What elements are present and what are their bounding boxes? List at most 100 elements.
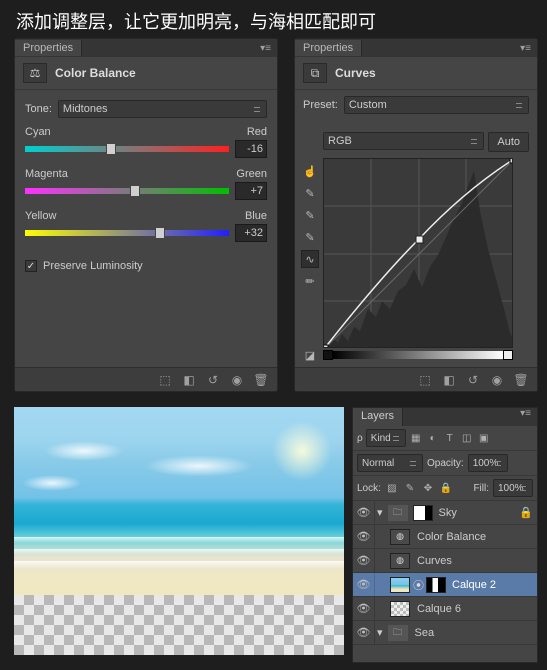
layer-row[interactable]: 👁 ◍ Curves [353, 549, 537, 573]
fill-input[interactable]: 100% [493, 479, 533, 497]
preserve-luminosity-label: Preserve Luminosity [43, 260, 143, 272]
lock-pixels-icon[interactable]: ✎ [403, 481, 417, 495]
slider-left-label: Cyan [25, 126, 51, 138]
slider-track[interactable] [25, 188, 229, 194]
layer-name[interactable]: Sky [439, 507, 457, 519]
preset-label: Preset: [303, 99, 338, 111]
panel-menu-icon[interactable]: ▾≡ [514, 43, 537, 54]
footer-delete-icon[interactable]: 🗑 [251, 371, 271, 389]
filter-type-icon[interactable]: T [443, 431, 457, 445]
curves-icon: ⧉ [303, 63, 327, 83]
slider-right-label: Blue [245, 210, 267, 222]
slider-value-input[interactable] [235, 182, 267, 200]
eyedropper-white-icon[interactable]: ✎ [301, 228, 319, 246]
black-point-slider[interactable] [323, 350, 333, 360]
slider-value-input[interactable] [235, 224, 267, 242]
filter-kind-select[interactable]: Kind [366, 429, 406, 447]
panel-curves: Properties ▾≡ ⧉ Curves Preset: Custom ☝ … [294, 38, 538, 392]
layer-thumb[interactable] [390, 577, 410, 593]
footer-prev-icon[interactable]: ◧ [439, 371, 459, 389]
visibility-toggle[interactable]: 👁 [353, 549, 375, 572]
tutorial-heading: 添加调整层，让它更加明亮，与海相匹配即可 [16, 8, 376, 34]
layer-name[interactable]: Color Balance [417, 531, 486, 543]
balance-icon: ⚖ [23, 63, 47, 83]
slider-track[interactable] [25, 230, 229, 236]
slider-right-label: Red [247, 126, 267, 138]
wb-clip-icon[interactable]: ◪ [301, 346, 319, 364]
slider-left-label: Yellow [25, 210, 56, 222]
layer-name[interactable]: Calque 2 [452, 579, 496, 591]
panel-header: Properties ▾≡ [15, 39, 277, 57]
layer-row[interactable]: 👁 ◍ Color Balance [353, 525, 537, 549]
panel-tab-properties[interactable]: Properties [15, 40, 82, 56]
tone-label: Tone: [25, 103, 52, 115]
adjustment-icon: ◍ [390, 529, 410, 545]
preserve-luminosity-checkbox[interactable]: ✓ [25, 260, 37, 272]
slider-handle[interactable] [155, 227, 165, 239]
white-point-slider[interactable] [503, 350, 513, 360]
footer-visibility-icon[interactable]: ◉ [487, 371, 507, 389]
layer-row[interactable]: 👁⦿Calque 2 [353, 573, 537, 597]
visibility-toggle[interactable]: 👁 [353, 597, 375, 620]
slider-handle[interactable] [106, 143, 116, 155]
slider-handle[interactable] [130, 185, 140, 197]
filter-shape-icon[interactable]: ◫ [460, 431, 474, 445]
curve-draw-tool-icon[interactable]: ✏ [301, 272, 319, 290]
curves-graph[interactable] [323, 158, 513, 348]
footer-clip-icon[interactable]: ⬚ [415, 371, 435, 389]
layer-name[interactable]: Curves [417, 555, 452, 567]
panel-menu-icon[interactable]: ▾≡ [514, 408, 537, 426]
filter-adjust-icon[interactable]: ◐ [426, 431, 440, 445]
slider-right-label: Green [236, 168, 267, 180]
lock-all-icon[interactable]: 🔒 [439, 481, 453, 495]
slider-track[interactable] [25, 146, 229, 152]
filter-smart-icon[interactable]: ▣ [477, 431, 491, 445]
layer-name[interactable]: Sea [415, 627, 435, 639]
lock-transparent-icon[interactable]: ▨ [385, 481, 399, 495]
panel-tab-properties[interactable]: Properties [295, 40, 362, 56]
adjustment-icon: ◍ [390, 553, 410, 569]
footer-prev-icon[interactable]: ◧ [179, 371, 199, 389]
layer-thumb[interactable] [390, 601, 410, 617]
lock-position-icon[interactable]: ✥ [421, 481, 435, 495]
footer-visibility-icon[interactable]: ◉ [227, 371, 247, 389]
layers-tab[interactable]: Layers [353, 408, 403, 426]
folder-icon: 🗀 [388, 505, 408, 521]
layer-row[interactable]: 👁 Calque 6 [353, 597, 537, 621]
slider-left-label: Magenta [25, 168, 68, 180]
footer-delete-icon[interactable]: 🗑 [511, 371, 531, 389]
eyedropper-gray-icon[interactable]: ✎ [301, 206, 319, 224]
folder-icon: 🗀 [388, 625, 408, 641]
layer-row[interactable]: 👁▾🗀Sky🔒 [353, 501, 537, 525]
layer-name[interactable]: Calque 6 [417, 603, 461, 615]
blend-mode-select[interactable]: Normal [357, 454, 423, 472]
visibility-toggle[interactable]: 👁 [353, 573, 375, 596]
channel-select[interactable]: RGB [323, 132, 484, 150]
fill-label: Fill: [473, 483, 489, 494]
filter-pixel-icon[interactable]: ▦ [409, 431, 423, 445]
panel-menu-icon[interactable]: ▾≡ [254, 43, 277, 54]
scrubby-tool-icon[interactable]: ☝ [301, 162, 319, 180]
footer-clip-icon[interactable]: ⬚ [155, 371, 175, 389]
visibility-toggle[interactable]: 👁 [353, 501, 375, 524]
layer-row[interactable]: 👁▾🗀Sea [353, 621, 537, 645]
panel-footer: ⬚ ◧ ↺ ◉ 🗑 [15, 367, 277, 391]
curve-point-tool-icon[interactable]: ∿ [301, 250, 319, 268]
opacity-label: Opacity: [427, 458, 464, 469]
preset-select[interactable]: Custom [344, 96, 529, 114]
eyedropper-black-icon[interactable]: ✎ [301, 184, 319, 202]
tone-select[interactable]: Midtones [58, 100, 267, 118]
footer-reset-icon[interactable]: ↺ [463, 371, 483, 389]
layer-mask-thumb[interactable] [413, 505, 433, 521]
visibility-toggle[interactable]: 👁 [353, 621, 375, 644]
footer-reset-icon[interactable]: ↺ [203, 371, 223, 389]
layer-mask-thumb[interactable] [426, 577, 446, 593]
auto-button[interactable]: Auto [488, 132, 529, 152]
panel-layers: Layers ▾≡ ρ Kind ▦ ◐ T ◫ ▣ Normal Opacit… [352, 407, 538, 663]
panel-title: Curves [335, 66, 376, 80]
slider-value-input[interactable] [235, 140, 267, 158]
panel-color-balance: Properties ▾≡ ⚖ Color Balance Tone: Midt… [14, 38, 278, 392]
visibility-toggle[interactable]: 👁 [353, 525, 375, 548]
canvas-preview [14, 407, 344, 655]
opacity-input[interactable]: 100% [468, 454, 508, 472]
